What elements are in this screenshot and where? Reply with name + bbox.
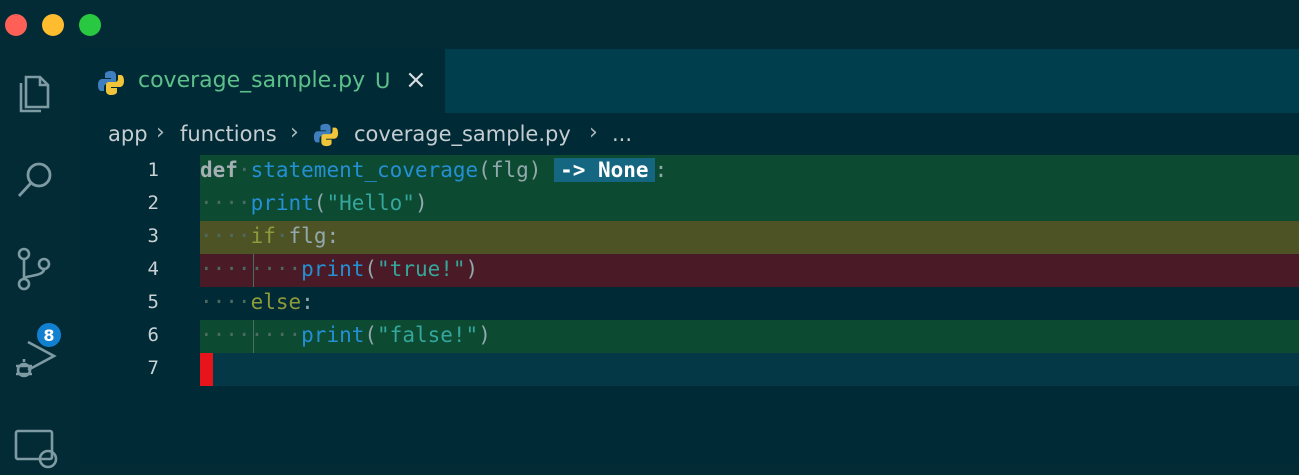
type-inlay-hint: -> None [554,158,655,182]
tab-bar: coverage_sample.py U × [79,49,1299,113]
code-line-1: 1 def·statement_coverage(flg) -> None: [79,155,1299,188]
text-cursor [200,353,213,386]
line-number: 3 [147,225,159,247]
untracked-status: U [375,69,391,93]
remote-explorer-icon[interactable] [12,425,58,471]
coverage-partial-highlight [200,221,1299,254]
editor: coverage_sample.py U × app › functions ›… [79,49,1299,463]
title-bar [0,0,1299,49]
code-text: ····if·flg: [200,224,340,248]
breadcrumb-more[interactable]: ... [612,122,632,146]
breadcrumb-functions[interactable]: functions [180,122,277,146]
code-text: ········print("false!") [200,323,491,347]
code-line-6: 6 ········print("false!") [79,320,1299,353]
source-control-icon[interactable] [12,246,58,292]
code-line-7: 7 [79,353,1299,386]
tab-label: coverage_sample.py [138,68,366,93]
zoom-window-button[interactable] [79,14,101,36]
python-file-icon [313,123,339,147]
breadcrumb-separator-icon: › [589,120,598,145]
breadcrumb-separator-icon: › [290,120,299,145]
code-line-3: 3 ····if·flg: [79,221,1299,254]
search-icon[interactable] [12,156,58,202]
line-number: 7 [147,357,159,379]
code-text: def·statement_coverage(flg) -> None: [200,158,668,182]
close-tab-icon[interactable]: × [405,65,427,95]
code-text: ····print("Hello") [200,191,428,215]
breadcrumb-app[interactable]: app [108,122,148,146]
code-line-2: 2 ····print("Hello") [79,188,1299,221]
activity-bar: 8 [0,49,79,469]
breadcrumb-file[interactable]: coverage_sample.py [354,122,571,146]
explorer-icon[interactable] [12,67,58,113]
line-number: 4 [147,258,159,280]
close-window-button[interactable] [5,14,27,36]
line-number: 5 [147,291,159,313]
line-number: 6 [147,324,159,346]
code-line-4: 4 ········print("true!") [79,254,1299,287]
tab-coverage-sample[interactable]: coverage_sample.py U × [79,49,445,113]
code-line-5: 5 ····else: [79,287,1299,320]
code-text: ····else: [200,290,314,314]
current-line-highlight [200,353,1299,386]
line-number: 1 [147,159,159,181]
breadcrumb-separator-icon: › [156,120,165,145]
breadcrumb: app › functions › coverage_sample.py › .… [79,113,1299,155]
minimize-window-button[interactable] [42,14,64,36]
code-text: ········print("true!") [200,257,479,281]
line-number: 2 [147,192,159,214]
run-debug-icon[interactable] [12,336,58,382]
python-file-icon [98,71,124,95]
